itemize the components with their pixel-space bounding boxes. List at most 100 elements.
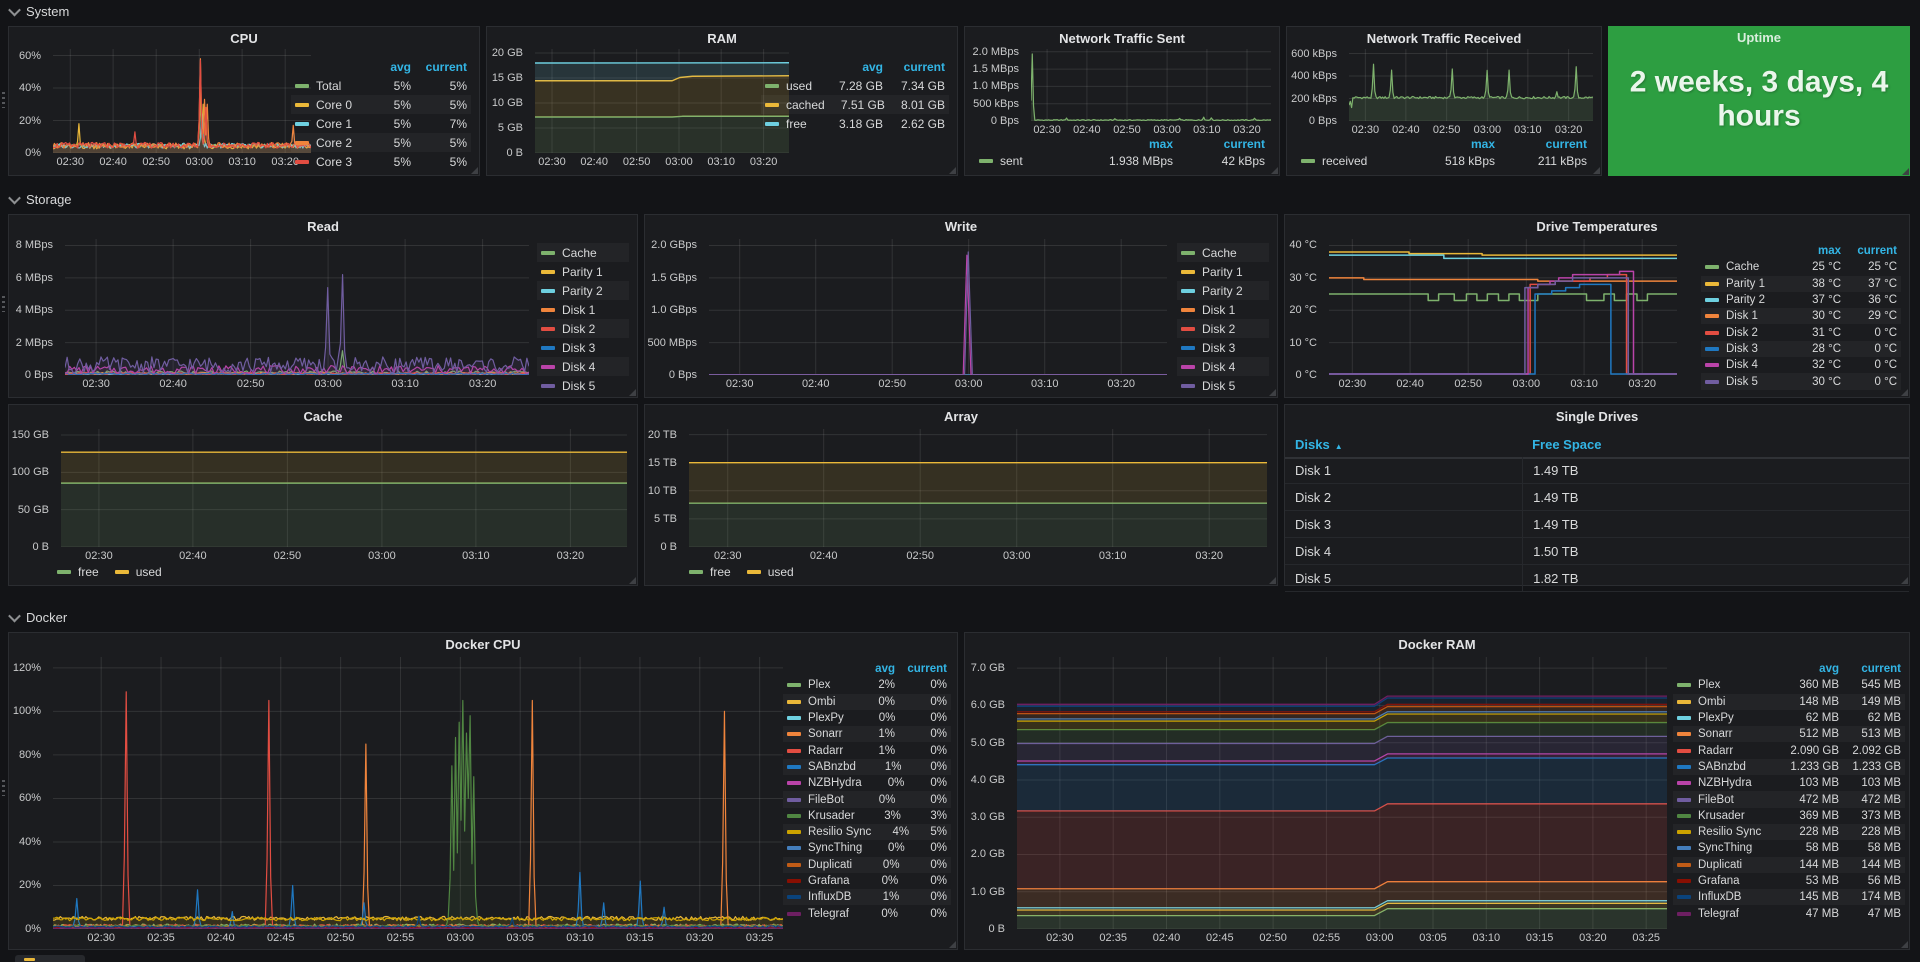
- legend-column-header[interactable]: avg: [1777, 663, 1839, 675]
- legend-item-disk-4[interactable]: Disk 4 32 °C 0 °C: [1701, 357, 1901, 373]
- legend-item-resilio-sync[interactable]: Resilio Sync 4% 5%: [783, 823, 951, 841]
- legend-column-header[interactable]: current: [1173, 137, 1265, 151]
- panel-resize-handle[interactable]: [949, 167, 956, 174]
- panel-resize-handle[interactable]: [629, 389, 636, 396]
- legend-item-disk-3[interactable]: Disk 3: [1177, 338, 1269, 357]
- legend-item-parity-2[interactable]: Parity 2 37 °C 36 °C: [1701, 292, 1901, 308]
- row-drag-handle[interactable]: [2, 296, 5, 312]
- legend-item-parity-1[interactable]: Parity 1: [1177, 262, 1269, 281]
- legend-item-nzbhydra[interactable]: NZBHydra 0% 0%: [783, 775, 951, 791]
- legend-item-parity-1[interactable]: Parity 1 38 °C 37 °C: [1701, 275, 1901, 292]
- panel-resize-handle[interactable]: [1901, 389, 1908, 396]
- legend-column-header[interactable]: max: [1785, 245, 1841, 257]
- legend-item-core-1[interactable]: Core 1 5% 7%: [291, 114, 471, 133]
- column-header-disks[interactable]: Disks ▲: [1285, 437, 1522, 452]
- legend-item-cache[interactable]: Cache 25 °C 25 °C: [1701, 259, 1901, 275]
- legend-item-cached[interactable]: cached 7.51 GB 8.01 GB: [761, 95, 949, 114]
- legend-item-free[interactable]: free: [689, 564, 731, 580]
- legend-item-radarr[interactable]: Radarr 1% 0%: [783, 742, 951, 758]
- legend-item-parity-2[interactable]: Parity 2: [1177, 281, 1269, 300]
- legend-item-ombi[interactable]: Ombi 148 MB 149 MB: [1673, 693, 1905, 710]
- row-drag-handle[interactable]: [2, 92, 5, 108]
- panel-title[interactable]: Network Traffic Received: [1287, 31, 1601, 46]
- collapsed-row-partial[interactable]: [15, 955, 85, 962]
- legend-item-influxdb[interactable]: InfluxDB 145 MB 174 MB: [1673, 889, 1905, 906]
- legend-item-duplicati[interactable]: Duplicati 0% 0%: [783, 856, 951, 873]
- legend-item-free[interactable]: free 3.18 GB 2.62 GB: [761, 114, 949, 133]
- legend-item-krusader[interactable]: Krusader 3% 3%: [783, 808, 951, 824]
- legend-item-syncthing[interactable]: SyncThing 0% 0%: [783, 840, 951, 856]
- legend-item-cache[interactable]: Cache: [537, 243, 629, 262]
- legend-item-disk-4[interactable]: Disk 4: [1177, 357, 1269, 376]
- legend-column-header[interactable]: current: [895, 663, 947, 675]
- panel-title[interactable]: Single Drives: [1285, 409, 1909, 424]
- legend-item-used[interactable]: used 7.28 GB 7.34 GB: [761, 76, 949, 95]
- legend-item-resilio-sync[interactable]: Resilio Sync 228 MB 228 MB: [1673, 823, 1905, 841]
- row-header-system[interactable]: System: [8, 3, 69, 19]
- legend-item-disk-5[interactable]: Disk 5: [1177, 376, 1269, 395]
- legend-item-plexpy[interactable]: PlexPy 0% 0%: [783, 710, 951, 726]
- legend-item-free[interactable]: free: [57, 564, 99, 580]
- legend-item-krusader[interactable]: Krusader 369 MB 373 MB: [1673, 808, 1905, 824]
- column-header-free-space[interactable]: Free Space: [1522, 437, 1909, 452]
- legend-item-disk-2[interactable]: Disk 2 31 °C 0 °C: [1701, 324, 1901, 340]
- legend-item-core-3[interactable]: Core 3 5% 5%: [291, 152, 471, 171]
- panel-title[interactable]: Docker RAM: [965, 637, 1909, 652]
- legend-item-disk-1[interactable]: Disk 1 30 °C 29 °C: [1701, 308, 1901, 325]
- legend-item-influxdb[interactable]: InfluxDB 1% 0%: [783, 889, 951, 906]
- panel-resize-handle[interactable]: [949, 941, 956, 948]
- panel-title[interactable]: Read: [9, 219, 637, 234]
- panel-title[interactable]: RAM: [487, 31, 957, 46]
- legend-item-core-2[interactable]: Core 2 5% 5%: [291, 133, 471, 152]
- legend-item-disk-1[interactable]: Disk 1: [1177, 300, 1269, 319]
- legend-item-ombi[interactable]: Ombi 0% 0%: [783, 693, 951, 710]
- panel-resize-handle[interactable]: [629, 577, 636, 584]
- legend-column-header[interactable]: current: [883, 60, 945, 74]
- legend-item-used[interactable]: used: [114, 564, 162, 580]
- legend-item-used[interactable]: used: [746, 564, 794, 580]
- legend-column-header[interactable]: current: [1839, 663, 1901, 675]
- panel-title[interactable]: Uptime: [1608, 30, 1910, 45]
- panel-resize-handle[interactable]: [1593, 167, 1600, 174]
- legend-item-disk-3[interactable]: Disk 3 28 °C 0 °C: [1701, 340, 1901, 358]
- panel-title[interactable]: Docker CPU: [9, 637, 957, 652]
- legend-item-disk-1[interactable]: Disk 1: [537, 300, 629, 319]
- panel-title[interactable]: CPU: [9, 31, 479, 46]
- legend-item-core-0[interactable]: Core 0 5% 5%: [291, 95, 471, 114]
- legend-column-header[interactable]: current: [411, 60, 467, 74]
- legend-column-header[interactable]: max: [1403, 137, 1495, 151]
- legend-item-nzbhydra[interactable]: NZBHydra 103 MB 103 MB: [1673, 775, 1905, 791]
- legend-item-grafana[interactable]: Grafana 53 MB 56 MB: [1673, 873, 1905, 889]
- legend-item-radarr[interactable]: Radarr 2.090 GB 2.092 GB: [1673, 742, 1905, 758]
- legend-item-total[interactable]: Total 5% 5%: [291, 76, 471, 95]
- legend-item-filebot[interactable]: FileBot 472 MB 472 MB: [1673, 791, 1905, 808]
- panel-resize-handle[interactable]: [1902, 168, 1909, 175]
- legend-item-disk-5[interactable]: Disk 5: [537, 376, 629, 395]
- row-header-storage[interactable]: Storage: [8, 191, 72, 207]
- panel-resize-handle[interactable]: [1901, 577, 1908, 584]
- panel-title[interactable]: Network Traffic Sent: [965, 31, 1279, 46]
- panel-title[interactable]: Drive Temperatures: [1285, 219, 1909, 234]
- panel-resize-handle[interactable]: [1269, 389, 1276, 396]
- legend-item-plex[interactable]: Plex 2% 0%: [783, 677, 951, 693]
- legend-column-header[interactable]: avg: [821, 60, 883, 74]
- row-header-docker[interactable]: Docker: [8, 609, 67, 625]
- legend-item-parity-1[interactable]: Parity 1: [537, 262, 629, 281]
- legend-item-grafana[interactable]: Grafana 0% 0%: [783, 873, 951, 889]
- legend-item-plexpy[interactable]: PlexPy 62 MB 62 MB: [1673, 710, 1905, 726]
- legend-item-disk-2[interactable]: Disk 2: [537, 319, 629, 338]
- legend-item-telegraf[interactable]: Telegraf 0% 0%: [783, 905, 951, 921]
- legend-column-header[interactable]: avg: [355, 60, 411, 74]
- legend-column-header[interactable]: max: [1081, 137, 1173, 151]
- legend-item-plex[interactable]: Plex 360 MB 545 MB: [1673, 677, 1905, 693]
- panel-resize-handle[interactable]: [1901, 941, 1908, 948]
- panel-title[interactable]: Write: [645, 219, 1277, 234]
- legend-item-sent[interactable]: sent 1.938 MBps 42 kBps: [975, 152, 1269, 169]
- panel-resize-handle[interactable]: [1269, 577, 1276, 584]
- legend-item-disk-5[interactable]: Disk 5 30 °C 0 °C: [1701, 373, 1901, 390]
- legend-item-disk-2[interactable]: Disk 2: [1177, 319, 1269, 338]
- legend-item-telegraf[interactable]: Telegraf 47 MB 47 MB: [1673, 905, 1905, 921]
- legend-item-disk-4[interactable]: Disk 4: [537, 357, 629, 376]
- legend-item-cache[interactable]: Cache: [1177, 243, 1269, 262]
- legend-item-syncthing[interactable]: SyncThing 58 MB 58 MB: [1673, 840, 1905, 856]
